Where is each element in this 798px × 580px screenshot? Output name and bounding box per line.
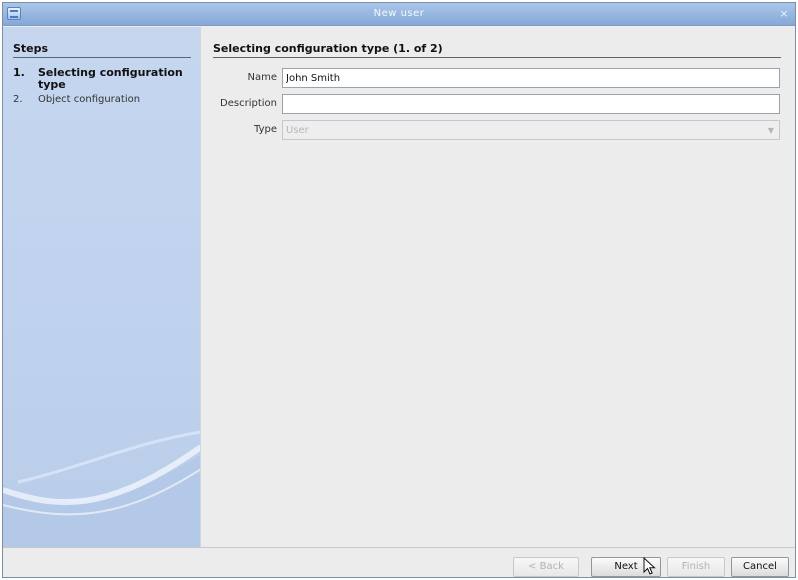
finish-button[interactable]: Finish [667,557,725,577]
content-heading: Selecting configuration type (1. of 2) [213,42,781,58]
step-2: 2. Object configuration [13,94,191,106]
steps-sidebar: Steps 1. Selecting configuration type 2.… [3,27,201,547]
step-1: 1. Selecting configuration type [13,67,191,91]
description-label: Description [220,98,277,109]
window-title: New user [373,8,425,19]
step-number: 1. [13,66,25,79]
sidebar-swoosh-decoration [3,430,200,547]
name-row: Name [202,68,795,88]
step-label: Selecting configuration type [38,66,183,91]
description-row: Description [202,94,795,114]
description-field[interactable] [282,94,780,114]
new-user-dialog: New user × Steps 1. Selecting configurat… [2,2,796,578]
type-label: Type [254,124,277,135]
close-icon[interactable]: × [778,8,790,20]
type-row: Type User ▼ [202,120,795,140]
main-panel: Selecting configuration type (1. of 2) N… [202,27,795,547]
cancel-button[interactable]: Cancel [731,557,789,577]
steps-heading: Steps [13,42,191,58]
title-bar[interactable]: New user × [3,3,795,26]
step-number: 2. [13,94,23,105]
name-field[interactable] [282,68,780,88]
name-label: Name [247,72,277,83]
mouse-pointer-icon [643,557,656,575]
type-selected-value: User [286,124,309,136]
steps-list: 1. Selecting configuration type 2. Objec… [13,67,191,109]
type-select[interactable]: User ▼ [282,120,780,140]
back-button[interactable]: < Back [513,557,579,577]
step-label: Object configuration [38,94,141,105]
chevron-down-icon: ▼ [767,125,774,135]
button-bar: < Back Next Finish Cancel [3,547,795,577]
